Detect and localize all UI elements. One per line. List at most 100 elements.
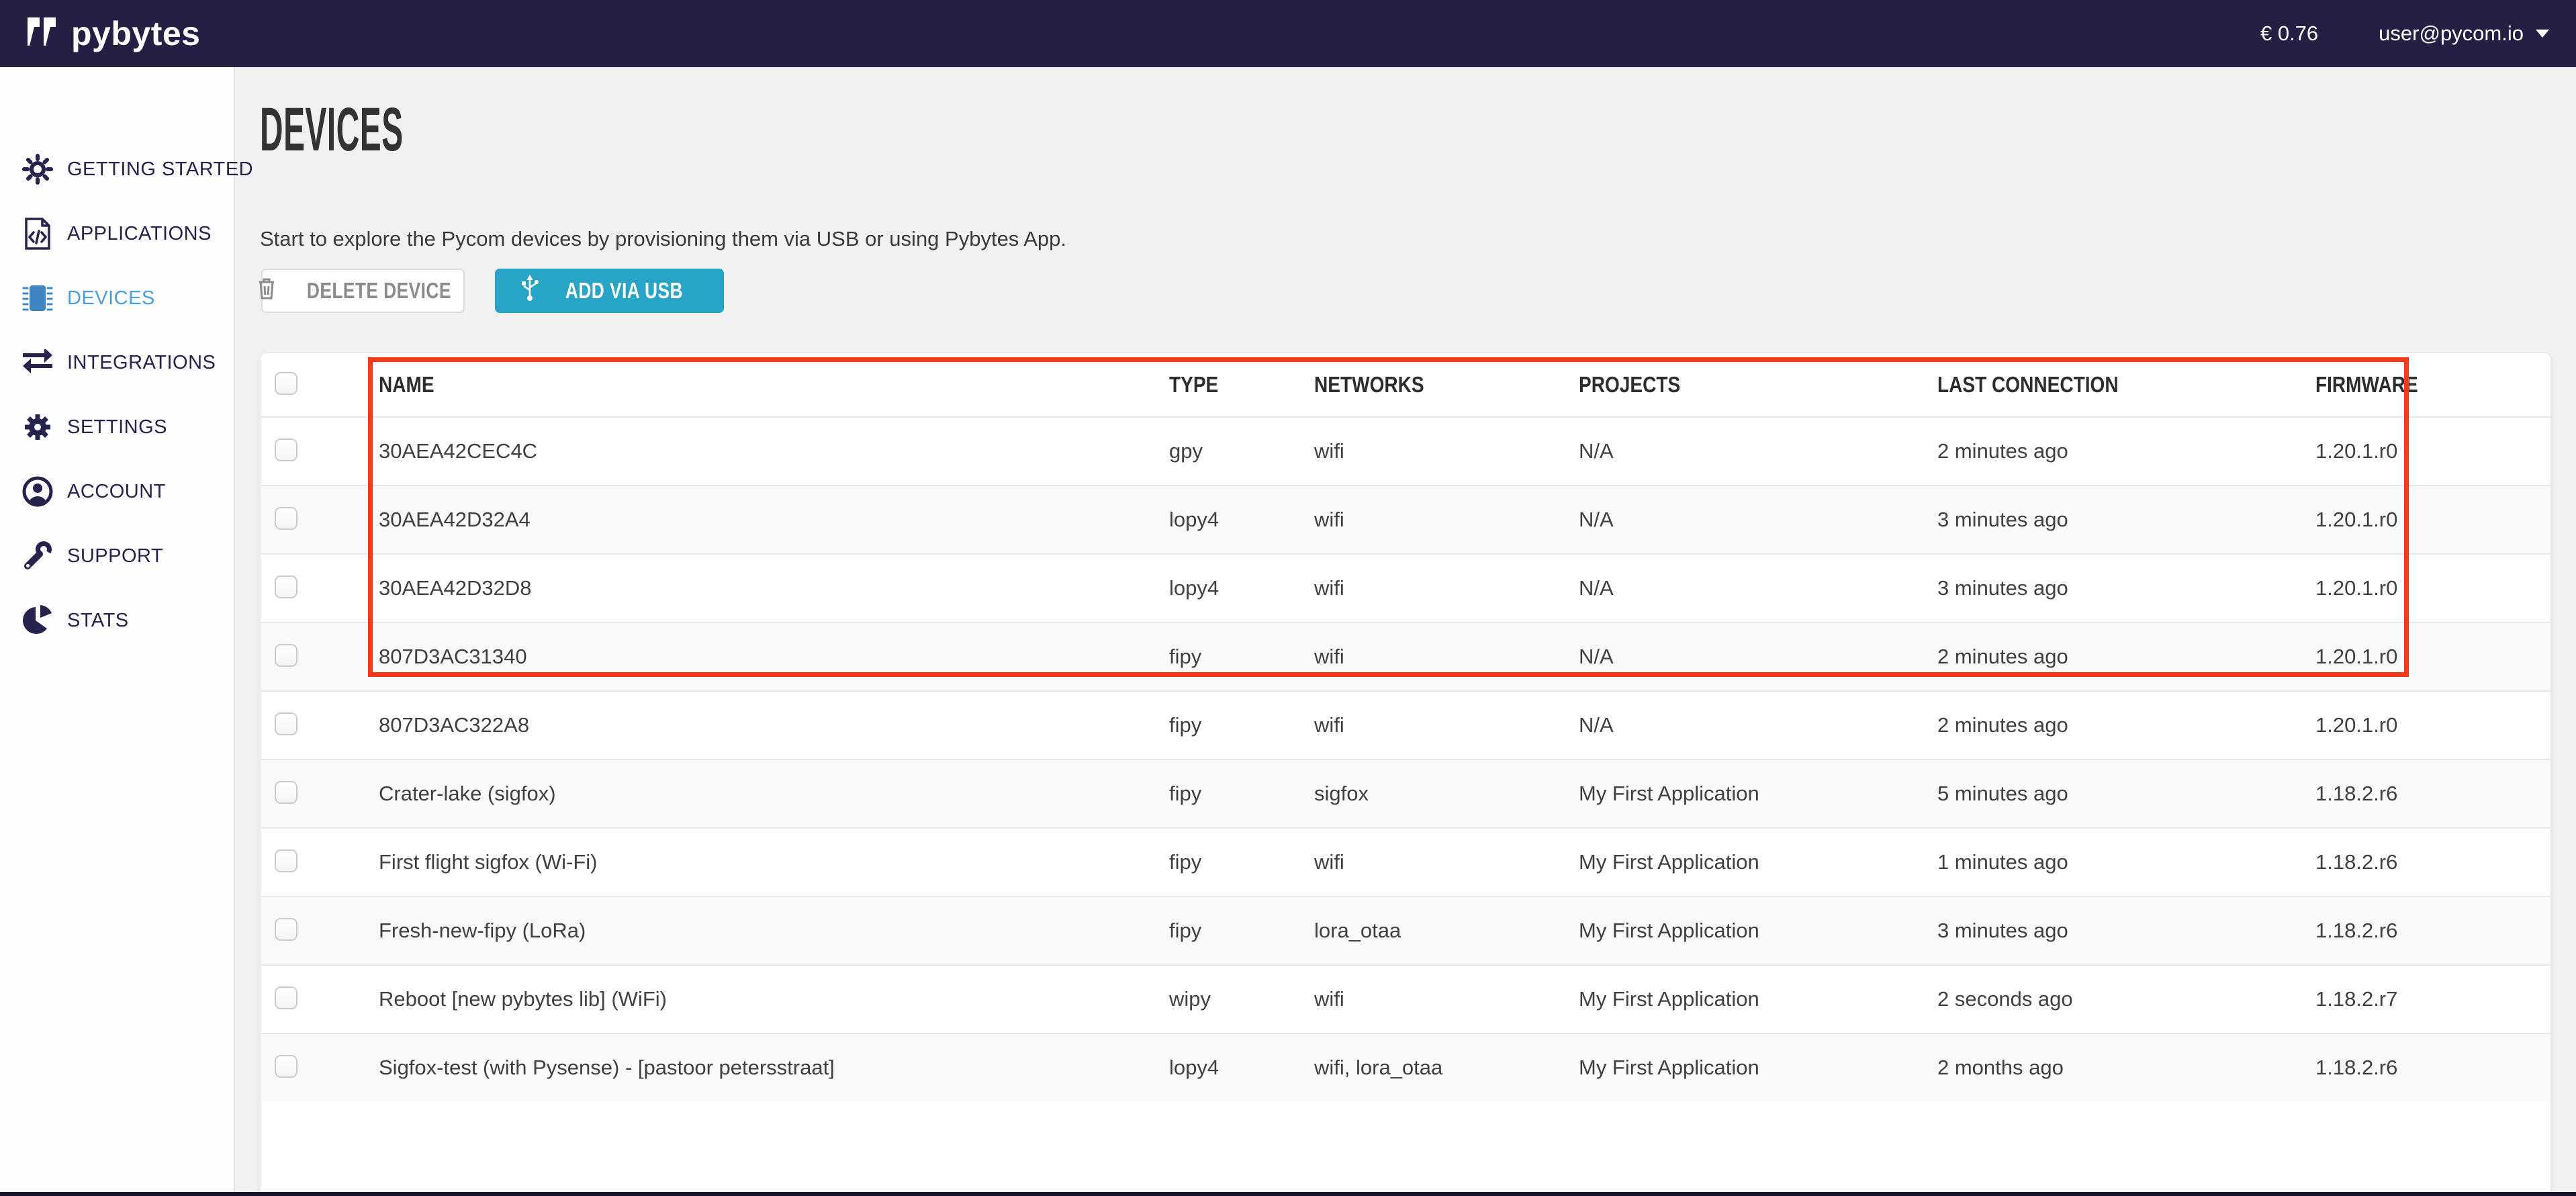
cell-type: lopy4: [1169, 508, 1314, 532]
cell-name: Fresh-new-fipy (LoRa): [379, 919, 1169, 943]
user-email: user@pycom.io: [2379, 21, 2524, 46]
add-via-usb-label: ADD VIA USB: [565, 278, 683, 304]
cell-firmware: 1.18.2.r6: [2315, 919, 2550, 943]
sidebar-item-label: INTEGRATIONS: [67, 352, 216, 374]
cell-networks: lora_otaa: [1314, 919, 1579, 943]
cell-type: fipy: [1169, 850, 1314, 874]
sun-icon: [21, 153, 54, 185]
row-checkbox[interactable]: [275, 849, 297, 872]
column-header-name[interactable]: NAME: [379, 372, 1050, 398]
cell-projects: N/A: [1579, 439, 1937, 463]
trash-icon: [257, 276, 277, 306]
cell-last-connection: 2 minutes ago: [1937, 439, 2315, 463]
cell-networks: wifi: [1314, 439, 1579, 463]
sidebar-item-label: SUPPORT: [67, 545, 163, 567]
column-header-type[interactable]: TYPE: [1169, 372, 1293, 398]
row-checkbox[interactable]: [275, 439, 297, 461]
cell-firmware: 1.20.1.r0: [2315, 645, 2550, 669]
pybytes-logo[interactable]: pybytes: [27, 14, 200, 53]
code-document-icon: [21, 218, 54, 250]
cell-networks: wifi, lora_otaa: [1314, 1056, 1579, 1080]
cell-type: fipy: [1169, 645, 1314, 669]
sidebar-item-label: GETTING STARTED: [67, 158, 253, 181]
row-checkbox[interactable]: [275, 576, 297, 598]
column-header-last-connection[interactable]: LAST CONNECTION: [1937, 372, 2259, 398]
table-row[interactable]: Crater-lake (sigfox) fipy sigfox My Firs…: [261, 759, 2550, 827]
cell-networks: wifi: [1314, 987, 1579, 1011]
table-row[interactable]: 30AEA42CEC4C gpy wifi N/A 2 minutes ago …: [261, 416, 2550, 485]
cell-networks: wifi: [1314, 713, 1579, 737]
pybytes-app: pybytes € 0.76 user@pycom.io: [0, 0, 2576, 1196]
table-row[interactable]: Reboot [new pybytes lib] (WiFi) wipy wif…: [261, 964, 2550, 1033]
gear-icon: [21, 411, 54, 443]
cell-projects: N/A: [1579, 508, 1937, 532]
cell-firmware: 1.18.2.r6: [2315, 850, 2550, 874]
sidebar-item-settings[interactable]: SETTINGS: [0, 395, 234, 459]
column-header-networks[interactable]: NETWORKS: [1314, 372, 1539, 398]
row-checkbox[interactable]: [275, 918, 297, 941]
top-bar: pybytes € 0.76 user@pycom.io: [0, 0, 2576, 67]
cell-networks: wifi: [1314, 508, 1579, 532]
table-row[interactable]: 30AEA42D32A4 lopy4 wifi N/A 3 minutes ag…: [261, 485, 2550, 553]
cell-name: 30AEA42D32A4: [379, 508, 1169, 532]
table-row[interactable]: Fresh-new-fipy (LoRa) fipy lora_otaa My …: [261, 896, 2550, 964]
row-checkbox[interactable]: [275, 781, 297, 804]
cell-last-connection: 3 minutes ago: [1937, 919, 2315, 943]
row-checkbox[interactable]: [275, 644, 297, 667]
cell-firmware: 1.18.2.r7: [2315, 987, 2550, 1011]
cell-name: First flight sigfox (Wi-Fi): [379, 850, 1169, 874]
toolbar: DELETE DEVICE ADD VIA USB: [235, 134, 2576, 269]
user-menu[interactable]: user@pycom.io: [2379, 21, 2549, 46]
row-checkbox[interactable]: [275, 507, 297, 530]
table-row[interactable]: 807D3AC322A8 fipy wifi N/A 2 minutes ago…: [261, 690, 2550, 759]
sidebar-item-applications[interactable]: APPLICATIONS: [0, 201, 234, 266]
cell-firmware: 1.20.1.r0: [2315, 576, 2550, 600]
cell-firmware: 1.20.1.r0: [2315, 713, 2550, 737]
cell-projects: My First Application: [1579, 919, 1937, 943]
column-header-firmware[interactable]: FIRMWARE: [2315, 372, 2516, 398]
delete-device-button[interactable]: DELETE DEVICE: [261, 269, 465, 313]
row-checkbox[interactable]: [275, 1055, 297, 1078]
select-all-checkbox[interactable]: [275, 372, 297, 395]
cell-type: fipy: [1169, 782, 1314, 806]
sidebar: GETTING STARTED APPLICATIONS: [0, 67, 235, 1196]
cell-firmware: 1.18.2.r6: [2315, 1056, 2550, 1080]
column-header-projects[interactable]: PROJECTS: [1579, 372, 1884, 398]
cell-firmware: 1.20.1.r0: [2315, 439, 2550, 463]
cell-projects: My First Application: [1579, 1056, 1937, 1080]
table-row[interactable]: 30AEA42D32D8 lopy4 wifi N/A 3 minutes ag…: [261, 553, 2550, 622]
sidebar-item-stats[interactable]: STATS: [0, 588, 234, 653]
cell-last-connection: 1 minutes ago: [1937, 850, 2315, 874]
table-row[interactable]: 807D3AC31340 fipy wifi N/A 2 minutes ago…: [261, 622, 2550, 690]
cell-last-connection: 2 minutes ago: [1937, 713, 2315, 737]
user-icon: [21, 475, 54, 508]
cell-firmware: 1.18.2.r6: [2315, 782, 2550, 806]
sidebar-item-devices[interactable]: DEVICES: [0, 266, 234, 330]
cell-projects: N/A: [1579, 576, 1937, 600]
cell-name: 30AEA42D32D8: [379, 576, 1169, 600]
row-checkbox[interactable]: [275, 986, 297, 1009]
table-row[interactable]: Sigfox-test (with Pysense) - [pastoor pe…: [261, 1033, 2550, 1101]
cell-name: 30AEA42CEC4C: [379, 439, 1169, 463]
cell-firmware: 1.20.1.r0: [2315, 508, 2550, 532]
logo-text: pybytes: [71, 14, 200, 53]
account-balance: € 0.76: [2260, 21, 2318, 46]
cell-projects: My First Application: [1579, 782, 1937, 806]
cell-last-connection: 2 seconds ago: [1937, 987, 2315, 1011]
cell-type: lopy4: [1169, 576, 1314, 600]
cell-name: Sigfox-test (with Pysense) - [pastoor pe…: [379, 1056, 1169, 1080]
pybytes-logo-icon: [27, 17, 60, 51]
bottom-window-edge: [0, 1192, 2576, 1196]
sidebar-item-getting-started[interactable]: GETTING STARTED: [0, 137, 234, 201]
table-row[interactable]: First flight sigfox (Wi-Fi) fipy wifi My…: [261, 827, 2550, 896]
cell-last-connection: 5 minutes ago: [1937, 782, 2315, 806]
usb-icon: [521, 274, 539, 308]
row-checkbox[interactable]: [275, 712, 297, 735]
sidebar-item-account[interactable]: ACCOUNT: [0, 459, 234, 524]
cell-type: wipy: [1169, 987, 1314, 1011]
add-via-usb-button[interactable]: ADD VIA USB: [495, 269, 724, 313]
main-content: DEVICES Start to explore the Pycom devic…: [235, 67, 2576, 1196]
sidebar-item-integrations[interactable]: INTEGRATIONS: [0, 330, 234, 395]
sidebar-item-support[interactable]: SUPPORT: [0, 524, 234, 588]
cell-name: 807D3AC31340: [379, 645, 1169, 669]
